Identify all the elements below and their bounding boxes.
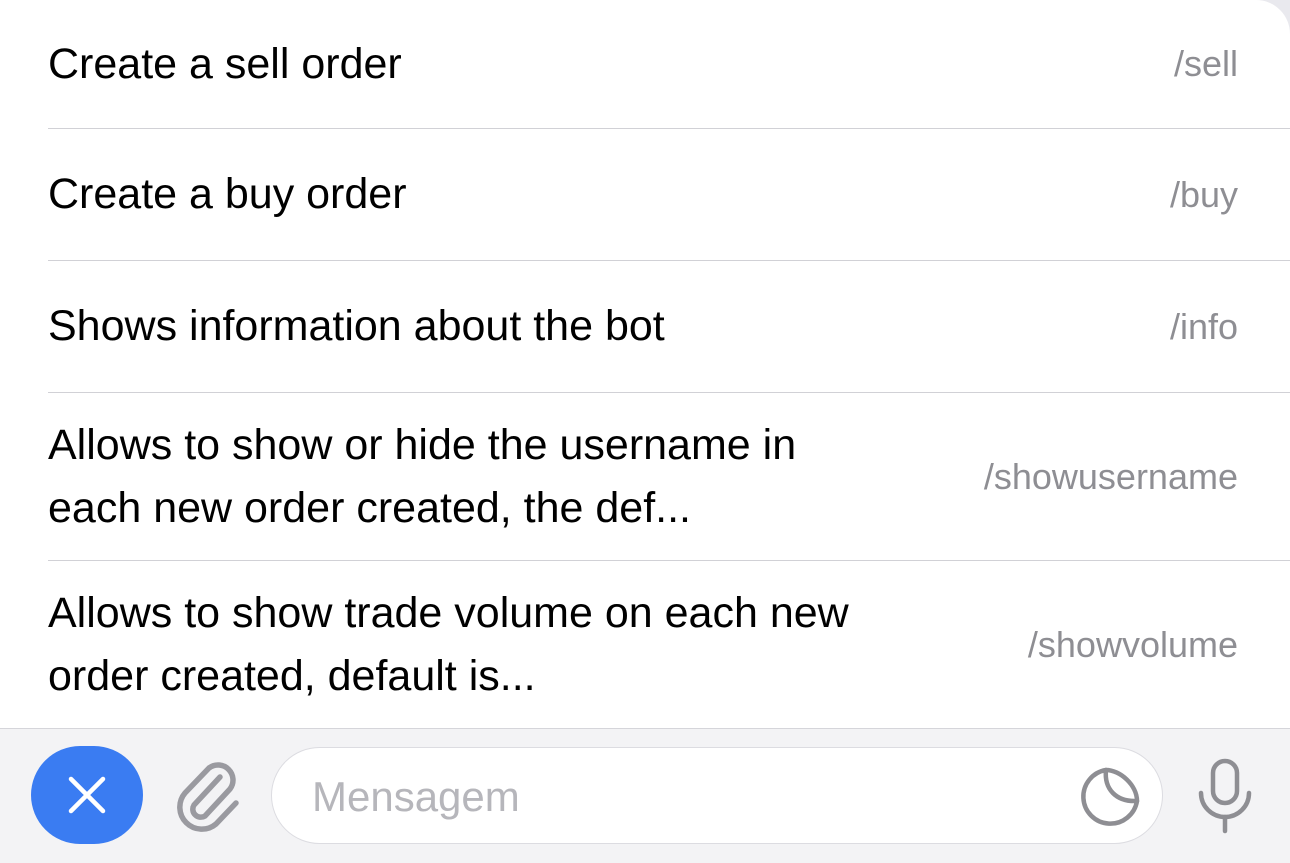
paperclip-icon <box>177 762 239 832</box>
microphone-icon <box>1198 758 1252 834</box>
close-commands-button[interactable] <box>31 746 143 844</box>
close-icon <box>68 776 106 814</box>
command-item-info[interactable]: Shows information about the bot /info <box>48 261 1290 393</box>
command-description: Allows to show or hide the username in e… <box>48 420 797 532</box>
command-item-showusername[interactable]: Allows to show or hide the username in e… <box>48 393 1290 561</box>
sticker-icon <box>1081 767 1140 826</box>
command-description: Create a buy order <box>48 170 407 218</box>
command-name: /info <box>1169 305 1238 347</box>
command-item-showvolume[interactable]: Allows to show trade volume on each new … <box>48 561 1290 728</box>
message-input[interactable] <box>310 748 1054 845</box>
message-composer-bar <box>0 728 1290 863</box>
command-name: /sell <box>1173 43 1238 84</box>
attach-button[interactable] <box>172 755 248 835</box>
command-name: /buy <box>1169 173 1238 215</box>
command-suggestions-panel: Create a sell order /sell Create a buy o… <box>0 0 1290 728</box>
command-item-buy[interactable]: Create a buy order /buy <box>48 129 1290 261</box>
command-description: Allows to show trade volume on each new … <box>48 588 849 700</box>
command-name: /showusername <box>983 455 1238 497</box>
message-input-field[interactable] <box>271 747 1163 845</box>
voice-record-button[interactable] <box>1193 757 1257 835</box>
command-item-sell[interactable]: Create a sell order /sell <box>48 0 1290 129</box>
command-description: Create a sell order <box>48 39 402 88</box>
command-description: Shows information about the bot <box>48 302 665 350</box>
command-name: /showvolume <box>1027 623 1238 665</box>
sticker-button[interactable] <box>1080 767 1140 827</box>
